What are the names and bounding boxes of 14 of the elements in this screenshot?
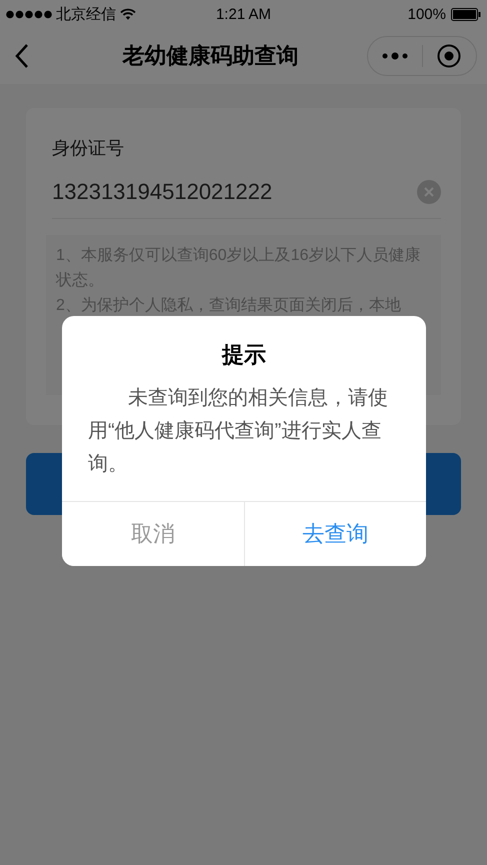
more-icon[interactable] xyxy=(382,52,408,60)
clock-time: 1:21 AM xyxy=(216,6,272,22)
close-icon[interactable] xyxy=(437,44,462,68)
page-title: 老幼健康码助查询 xyxy=(121,42,300,70)
confirm-button[interactable]: 去查询 xyxy=(244,502,426,566)
battery-icon xyxy=(450,8,481,20)
id-number-field[interactable]: 132313194512021222 xyxy=(52,179,417,205)
wifi-icon xyxy=(120,8,136,20)
battery-percent: 100% xyxy=(408,6,446,22)
dialog-title: 提示 xyxy=(220,341,267,369)
field-label: 身份证号 xyxy=(52,137,125,160)
dialog-message: 未查询到您的相关信息，请使用“他人健康码代查询”进行实人查询。 xyxy=(87,386,389,477)
carrier-name: 北京经信 xyxy=(56,4,116,24)
signal-icon xyxy=(6,10,52,18)
